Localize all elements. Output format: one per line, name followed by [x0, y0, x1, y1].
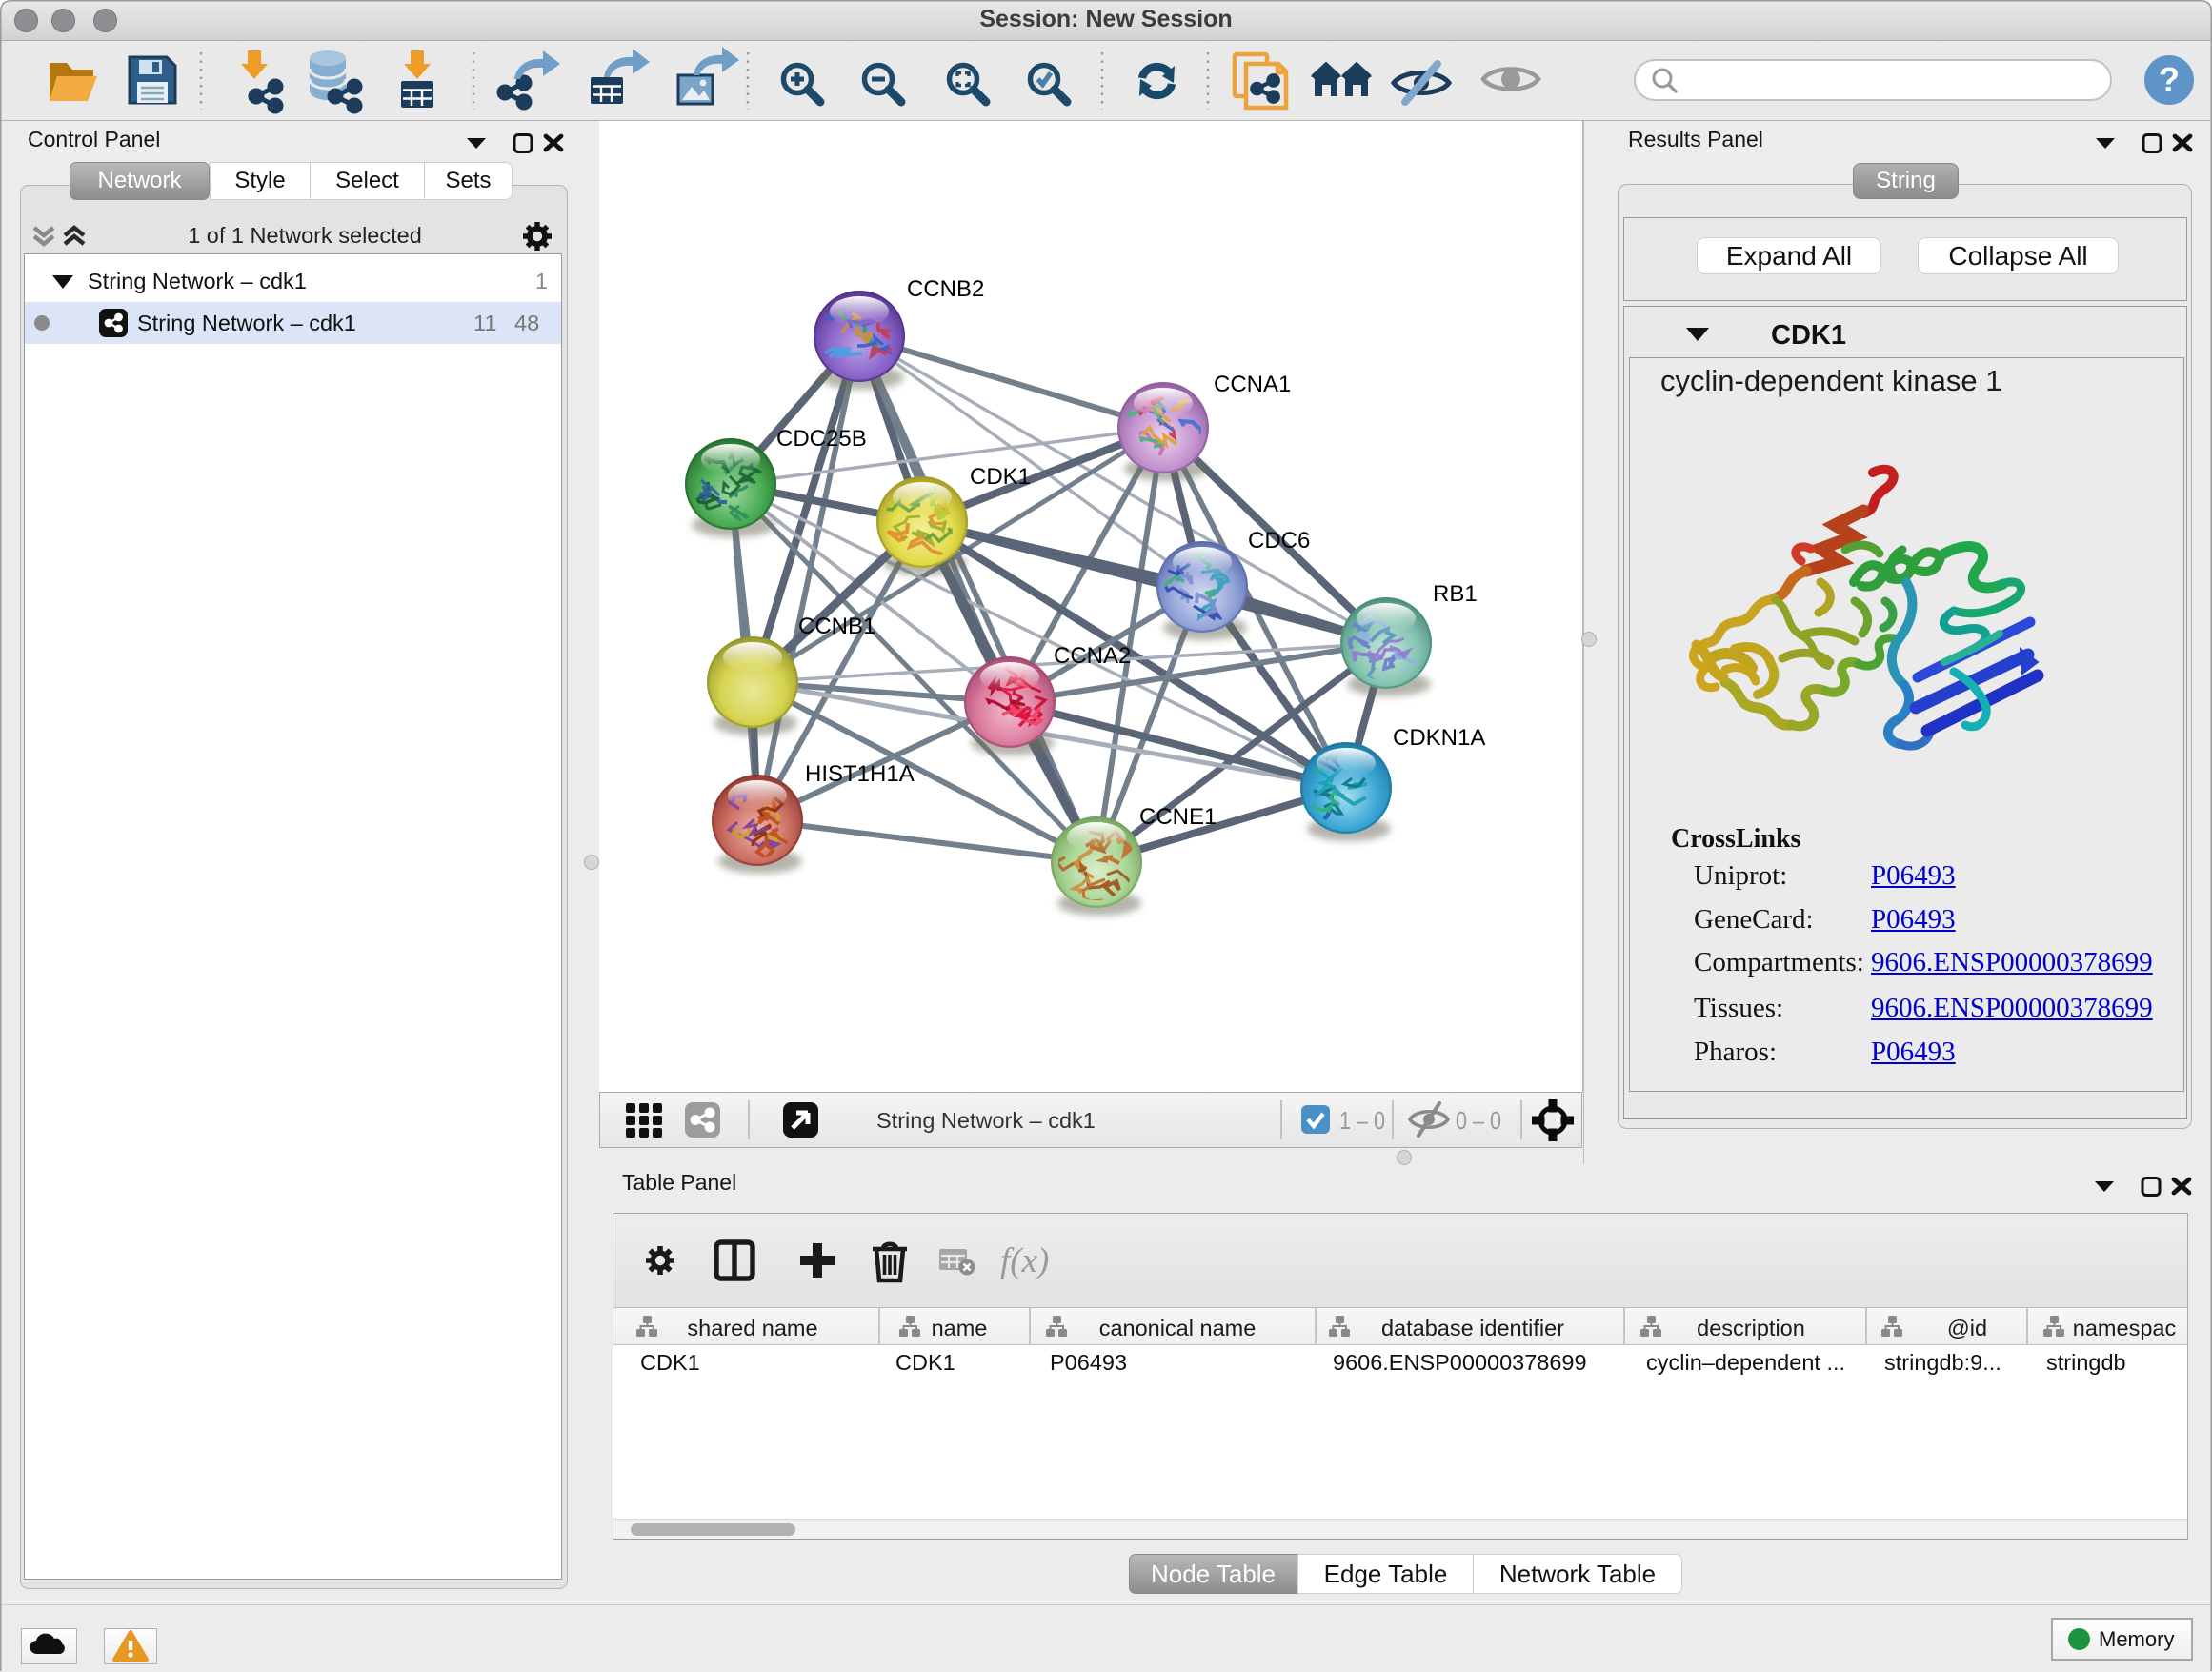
svg-text:CCNB2: CCNB2 — [907, 276, 984, 302]
svg-text:RB1: RB1 — [1433, 581, 1478, 607]
svg-text:CCNE1: CCNE1 — [1139, 804, 1217, 830]
svg-text:f(x): f(x) — [1000, 1241, 1049, 1280]
svg-text:CDC25B: CDC25B — [776, 426, 867, 452]
svg-text:namespac: namespac — [2073, 1316, 2177, 1340]
svg-text:CCNA1: CCNA1 — [1214, 372, 1291, 397]
svg-text:name: name — [932, 1316, 988, 1340]
svg-text:shared name: shared name — [687, 1316, 817, 1340]
svg-text:HIST1H1A: HIST1H1A — [805, 761, 915, 787]
svg-text:canonical name: canonical name — [1099, 1316, 1257, 1340]
svg-text:description: description — [1697, 1316, 1805, 1340]
svg-text:CCNA2: CCNA2 — [1054, 643, 1131, 669]
svg-text:CCNB1: CCNB1 — [798, 614, 875, 639]
svg-text:CDC6: CDC6 — [1248, 528, 1310, 554]
svg-text:?: ? — [2159, 60, 2180, 99]
svg-text:String Network – cdk1: String Network – cdk1 — [876, 1108, 1096, 1133]
svg-text:CDK1: CDK1 — [970, 464, 1031, 490]
svg-text:database identifier: database identifier — [1381, 1316, 1564, 1340]
svg-text:1 – 0: 1 – 0 — [1339, 1106, 1385, 1135]
svg-text:CDKN1A: CDKN1A — [1393, 725, 1485, 751]
svg-text:@id: @id — [1947, 1316, 1987, 1340]
svg-text:0 – 0: 0 – 0 — [1456, 1106, 1501, 1135]
